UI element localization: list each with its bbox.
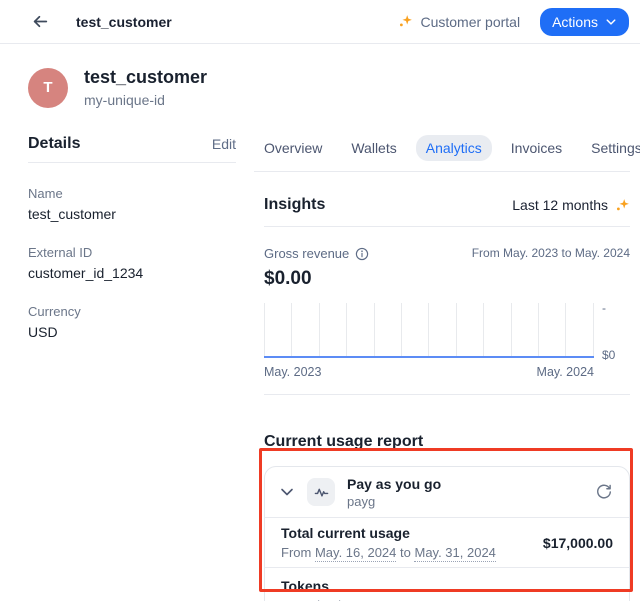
insights-title: Insights [264,196,325,214]
total-usage-label: Total current usage [281,525,496,541]
chevron-down-icon [605,16,617,28]
tab-bar: Overview Wallets Analytics Invoices Sett… [254,135,630,172]
edit-details-button[interactable]: Edit [212,136,236,152]
plan-name: Pay as you go [347,476,441,492]
pulse-icon [307,478,335,506]
x-axis-tick-start: May. 2023 [264,365,321,379]
customer-portal-link[interactable]: Customer portal [398,14,520,30]
usage-item-label: Tokens [281,578,366,594]
chart-plot-area [264,303,594,358]
usage-report-title: Current usage report [264,433,630,451]
chevron-down-icon[interactable] [279,484,295,500]
tab-settings[interactable]: Settings [581,135,640,161]
gross-revenue-chart: - $0 [264,303,630,358]
customer-header: T test_customer my-unique-id [0,44,640,135]
plan-code: payg [347,494,441,509]
y-axis-tick-max: - [602,303,630,313]
sparkle-icon [615,198,630,213]
tab-analytics[interactable]: Analytics [416,135,492,161]
tab-invoices[interactable]: Invoices [501,135,572,161]
gross-revenue-amount: $0.00 [264,268,630,290]
refresh-icon[interactable] [595,483,613,501]
gross-revenue-label: Gross revenue [264,246,349,261]
field-label: External ID [28,245,236,260]
field-value: test_customer [28,206,236,222]
field-value: USD [28,324,236,340]
detail-field-name: Name test_customer [28,186,236,222]
tab-wallets[interactable]: Wallets [341,135,406,161]
divider [264,394,630,395]
chart-date-range: From May. 2023 to May. 2024 [472,246,630,260]
period-end-date: May. 31, 2024 [414,545,495,562]
field-label: Name [28,186,236,201]
detail-field-currency: Currency USD [28,304,236,340]
topbar: test_customer Customer portal Actions [0,0,640,44]
details-panel: Details Edit Name test_customer External… [28,135,236,601]
period-selector[interactable]: Last 12 months [512,197,630,213]
customer-portal-label: Customer portal [420,14,520,30]
info-icon[interactable] [355,247,369,261]
usage-report-card: Pay as you go payg Total current usage F… [264,466,630,601]
chart-line-series [264,356,594,358]
usage-item-row: Tokens openai_tokens [265,567,629,601]
period-start-date: May. 16, 2024 [315,545,396,562]
x-axis-tick-end: May. 2024 [537,365,594,379]
actions-button[interactable]: Actions [540,8,629,36]
field-value: customer_id_1234 [28,265,236,281]
total-usage-period: From May. 16, 2024 to May. 31, 2024 [281,545,496,560]
customer-external-id: my-unique-id [84,92,207,108]
actions-label: Actions [552,14,598,30]
sparkle-icon [398,14,413,29]
usage-plan-header[interactable]: Pay as you go payg [265,467,629,517]
page-title: test_customer [84,67,207,88]
details-title: Details [28,135,80,153]
total-current-usage-row: Total current usage From May. 16, 2024 t… [265,517,629,567]
total-usage-amount: $17,000.00 [543,535,613,551]
topbar-title: test_customer [76,14,172,30]
detail-field-external-id: External ID customer_id_1234 [28,245,236,281]
avatar: T [28,68,68,108]
arrow-left-icon [32,13,49,30]
field-label: Currency [28,304,236,319]
period-label: Last 12 months [512,197,608,213]
back-button[interactable] [30,12,50,32]
y-axis-tick-zero: $0 [602,348,630,362]
tab-overview[interactable]: Overview [254,135,332,161]
